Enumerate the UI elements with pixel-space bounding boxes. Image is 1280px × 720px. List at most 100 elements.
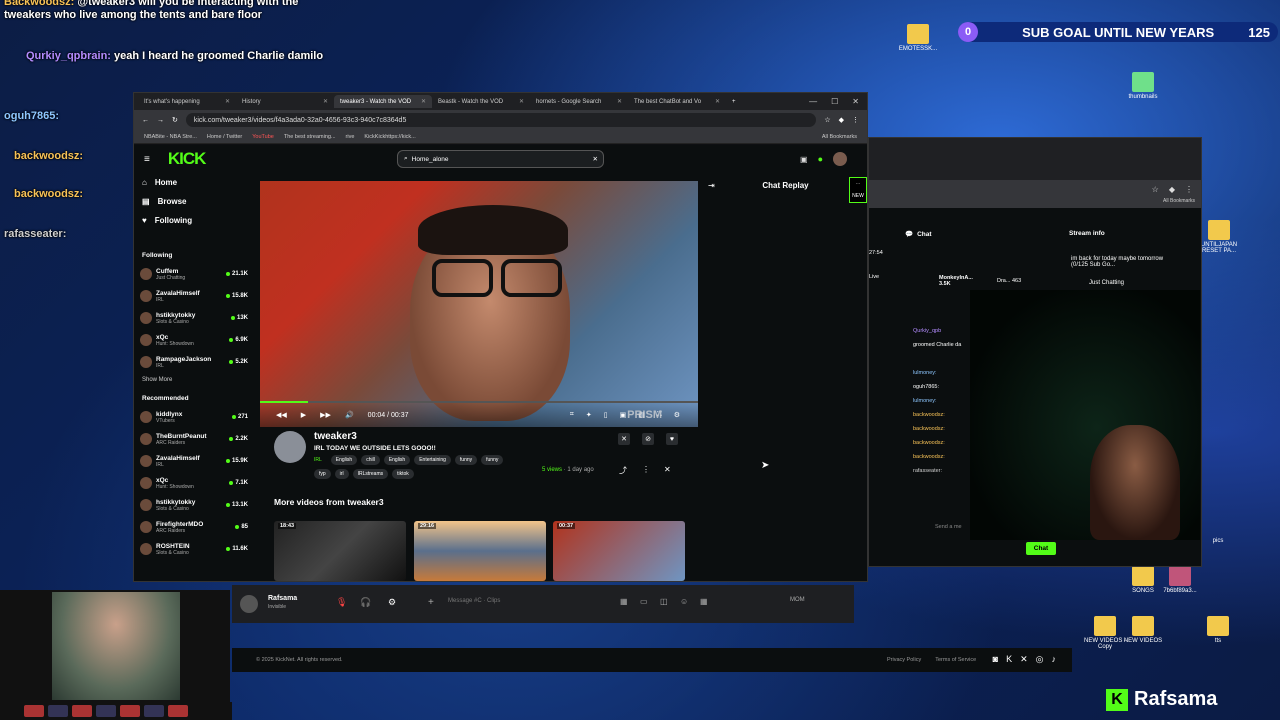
show-more-link[interactable]: Show More — [134, 373, 254, 387]
bookmark[interactable]: YouTube — [252, 134, 274, 140]
discord-avatar[interactable] — [240, 595, 258, 613]
star-icon[interactable]: ☆ — [1152, 185, 1159, 194]
channel-item[interactable]: ZavalaHimself IRL 15.8K — [134, 285, 254, 307]
channel-item[interactable]: ROSHTEIN Slots & Casino 11.6K — [134, 538, 254, 560]
clear-search-icon[interactable]: ✕ — [593, 155, 598, 163]
apps-icon[interactable]: ▦ — [700, 597, 708, 606]
tag[interactable]: Entertaining — [414, 455, 451, 465]
sticker-icon[interactable]: ◫ — [660, 597, 668, 606]
bookmark[interactable]: rive — [346, 134, 355, 140]
x-icon[interactable]: ✕ — [1020, 654, 1028, 665]
kick-logo[interactable]: KICK — [168, 149, 207, 169]
browser-tab-active[interactable]: tweaker3 - Watch the VOD ✕ — [334, 95, 432, 108]
video-thumbnail[interactable]: 18:43 — [274, 521, 406, 581]
tag[interactable]: English — [330, 455, 358, 465]
secondary-bookmarks[interactable]: All Bookmarks — [869, 198, 1201, 208]
desktop-icon[interactable]: EMOTESSK... — [893, 24, 943, 52]
share-icon[interactable]: ⤴ — [619, 465, 627, 476]
gif-icon[interactable]: ▭ — [640, 597, 648, 606]
desktop-icon[interactable]: thumbnails — [1118, 72, 1168, 100]
headphones-muted-icon[interactable]: 🎧 — [360, 597, 371, 608]
magic-icon[interactable]: ✦ — [586, 411, 592, 419]
nav-home[interactable]: ⌂ Home — [134, 173, 254, 192]
tag[interactable]: chill — [361, 455, 380, 465]
tag[interactable]: tiktok — [392, 469, 414, 479]
taskbar-app[interactable] — [120, 705, 140, 717]
play-icon[interactable]: ▶ — [301, 411, 306, 419]
channel-item[interactable]: Cuffem Just Chatting 21.1K — [134, 263, 254, 285]
bookmark[interactable]: The best streaming... — [284, 134, 336, 140]
tag[interactable]: funny — [454, 455, 478, 465]
taskbar-app[interactable] — [48, 705, 68, 717]
hamburger-icon[interactable]: ≡ — [144, 154, 150, 165]
volume-icon[interactable]: 🔊 — [345, 411, 354, 419]
bookmark[interactable]: NBABite - NBA Stre... — [144, 134, 197, 140]
streamer-name[interactable]: tweaker3 — [314, 431, 357, 442]
category-link[interactable]: IRL — [314, 455, 327, 465]
browser-tab[interactable]: The best ChatBot and Vo ✕ — [628, 95, 726, 108]
url-field[interactable]: kick.com/tweaker3/videos/f4a3ada0-32a0-4… — [185, 113, 817, 127]
clip-icon[interactable]: ⌗ — [570, 411, 574, 419]
browser-tab[interactable]: Beastk - Watch the VOD ✕ — [432, 95, 530, 108]
settings-icon[interactable]: ⚙ — [388, 597, 396, 608]
instagram-icon[interactable]: ◎ — [1036, 654, 1044, 665]
taskbar-app[interactable] — [144, 705, 164, 717]
privacy-link[interactable]: Privacy Policy — [887, 657, 921, 663]
star-icon[interactable]: ☆ — [824, 116, 830, 124]
inbox-icon[interactable]: ▣ — [800, 155, 808, 164]
channel-item[interactable]: FirefighterMDO ARC Raiders 85 — [134, 516, 254, 538]
new-tab-icon[interactable]: + — [732, 99, 736, 105]
browser-tab[interactable]: It's what's happening ✕ — [138, 95, 236, 108]
settings-icon[interactable]: ⚙ — [674, 411, 680, 419]
taskbar-app[interactable] — [24, 705, 44, 717]
extension-icon[interactable]: ◆ — [839, 116, 844, 124]
minimize-icon[interactable]: — — [809, 97, 817, 106]
channel-item[interactable]: RampageJackson IRL 5.2K — [134, 351, 254, 373]
message-input[interactable]: Message #C · Clips — [448, 598, 500, 604]
reload-icon[interactable]: ↻ — [172, 116, 178, 124]
tag[interactable]: English — [383, 455, 411, 465]
desktop-icon[interactable]: 7b6bf89a3... — [1155, 566, 1205, 594]
channel-item[interactable]: TheBurntPeanut ARC Raiders 2.2K — [134, 428, 254, 450]
send-message-input[interactable]: Send a me — [935, 524, 962, 530]
browser-tab[interactable]: hornets - Google Search ✕ — [530, 95, 628, 108]
taskbar-app[interactable] — [96, 705, 116, 717]
taskbar-app[interactable] — [168, 705, 188, 717]
menu-icon[interactable]: ⋮ — [1185, 185, 1193, 194]
kick-icon[interactable]: K — [1006, 654, 1012, 665]
all-bookmarks[interactable]: All Bookmarks — [822, 134, 857, 140]
menu-icon[interactable]: ⋮ — [852, 116, 859, 124]
desktop-icon[interactable]: NEW VIDEOS — [1118, 616, 1168, 644]
forward-icon[interactable]: → — [157, 117, 164, 124]
add-icon[interactable]: + — [428, 597, 434, 608]
channel-item[interactable]: hstikkytokky Slots & Casino 13.1K — [134, 494, 254, 516]
tag[interactable]: fyp — [314, 469, 331, 479]
collapse-chat-icon[interactable]: ⇥ — [708, 181, 715, 190]
channel-item[interactable]: xQc Hunt: Showdown 7.1K — [134, 472, 254, 494]
new-badge[interactable]: ⋯ NEW — [849, 177, 867, 203]
channel-item[interactable]: xQc Hunt: Showdown 6.9K — [134, 329, 254, 351]
channel-item[interactable]: hstikkytokky Slots & Casino 13K — [134, 307, 254, 329]
channel-item[interactable]: ZavalaHimself IRL 15.9K — [134, 450, 254, 472]
extension-icon[interactable]: ◆ — [1169, 185, 1175, 194]
taskbar-app[interactable] — [72, 705, 92, 717]
stream-info-header[interactable]: Stream info — [1069, 230, 1105, 237]
channel-item[interactable]: kiddlynx VTubers 271 — [134, 406, 254, 428]
back-icon[interactable]: ← — [142, 117, 149, 124]
search-input[interactable]: ⌕ Home_alone ✕ — [397, 150, 604, 168]
pip-icon[interactable]: ▣ — [620, 411, 627, 419]
bookmark[interactable]: KickKickhttps://kick... — [364, 134, 415, 140]
desktop-icon[interactable]: tts — [1193, 616, 1243, 644]
video-player[interactable]: ◀◀ ▶ ▶▶ 🔊 00:04 / 00:37 ⌗ ✦ ▯ ▣ ▤ ⛶ ⚙ PR… — [260, 181, 698, 427]
more-options-icon[interactable]: ⋮ — [642, 465, 650, 474]
emoji-icon[interactable]: ☺ — [680, 597, 688, 606]
close-icon[interactable]: ✕ — [852, 97, 859, 106]
chat-send-button[interactable]: Chat — [1026, 542, 1056, 555]
browser-tab[interactable]: History ✕ — [236, 95, 334, 108]
desktop-icon[interactable]: UNTILJAPAN RESET PA... — [1196, 220, 1242, 254]
terms-link[interactable]: Terms of Service — [935, 657, 976, 663]
hide-icon[interactable]: ✕ — [664, 465, 671, 474]
mic-muted-icon[interactable]: 🎙 — [336, 597, 347, 608]
tag[interactable]: irl — [334, 469, 349, 479]
mute-button[interactable]: ✕ — [618, 433, 630, 445]
